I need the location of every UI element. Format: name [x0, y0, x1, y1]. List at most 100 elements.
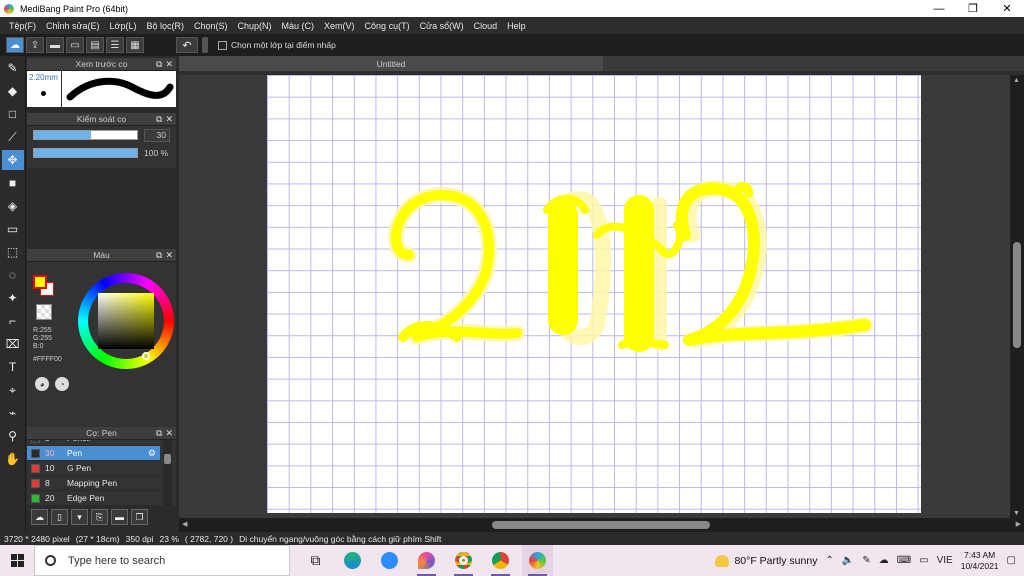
select-eraser-tool-icon[interactable]: ⌧ — [2, 334, 24, 354]
bucket-tool-icon[interactable]: ◈ — [2, 196, 24, 216]
taskbar-search[interactable]: Type here to search — [34, 545, 290, 576]
clock[interactable]: 7:43 AM 10/4/2021 — [961, 550, 999, 572]
saturation-value-square[interactable] — [98, 293, 154, 349]
chrome-profile-icon[interactable] — [485, 545, 516, 576]
divide-tool-icon[interactable]: ⌁ — [2, 403, 24, 423]
tray-chevron-icon[interactable]: ⌃ — [825, 555, 833, 566]
add-brush-icon[interactable]: ▾ — [71, 509, 88, 525]
minimize-button[interactable]: — — [922, 0, 956, 17]
language-indicator[interactable]: VIE — [937, 555, 953, 566]
edge-icon[interactable] — [337, 545, 368, 576]
brush-size-slider[interactable] — [33, 130, 138, 140]
menu-edit[interactable]: Chỉnh sửa(E) — [41, 21, 105, 31]
menu-view[interactable]: Xem(V) — [319, 21, 360, 31]
volume-icon[interactable]: 🔈 — [842, 555, 854, 566]
palette-icon[interactable]: ◕ — [35, 377, 49, 391]
cloud-icon[interactable]: ☁ — [6, 37, 24, 53]
brush-list-item[interactable]: 20 Edge Pen — [27, 491, 160, 506]
close-icon[interactable]: ✕ — [165, 59, 173, 70]
menu-capture[interactable]: Chụp(N) — [233, 21, 277, 31]
start-button[interactable] — [0, 545, 34, 576]
eraser-tool-icon[interactable]: ◆ — [2, 81, 24, 101]
rect-select-tool-icon[interactable]: ⬚ — [2, 242, 24, 262]
shape-tool-icon[interactable]: □ — [2, 104, 24, 124]
dot-tool-icon[interactable]: ⟋ — [2, 127, 24, 147]
close-icon[interactable]: ✕ — [165, 428, 173, 439]
notifications-icon[interactable]: ▢ — [1007, 555, 1016, 566]
menu-cloud[interactable]: Cloud — [469, 21, 503, 31]
task-view-icon[interactable]: ⧉ — [300, 545, 331, 576]
zoom-icon[interactable] — [374, 545, 405, 576]
menu-help[interactable]: Help — [502, 21, 531, 31]
drawing-canvas[interactable] — [267, 75, 921, 513]
brush-size-value[interactable]: 30 — [144, 128, 170, 142]
blue-value: B:0 — [33, 343, 44, 350]
vertical-scrollbar[interactable]: ▲ ▼ — [1010, 75, 1024, 519]
page-icon[interactable]: ▤ — [86, 37, 104, 53]
select-layer-checkbox[interactable] — [218, 40, 227, 50]
medibang-paint-taskbar-icon[interactable] — [522, 545, 553, 576]
brush-name: Pencil — [67, 440, 90, 443]
grid-icon[interactable]: ▦ — [126, 37, 144, 53]
brush-opacity-slider[interactable] — [33, 148, 138, 158]
fill-rect-tool-icon[interactable]: ■ — [2, 173, 24, 193]
share-icon[interactable]: ⇪ — [26, 37, 44, 53]
new-brush-icon[interactable]: ▯ — [51, 509, 68, 525]
menu-filter[interactable]: Bộ lọc(R) — [141, 21, 189, 31]
close-button[interactable]: ✕ — [990, 0, 1024, 17]
panel-header: Cọ: Pen ⧉ ✕ — [27, 427, 176, 440]
brush-list-item[interactable]: 10 G Pen — [27, 461, 160, 476]
menu-tools[interactable]: Công cụ(T) — [360, 21, 415, 31]
keyboard-icon[interactable]: ⌨ — [897, 555, 911, 566]
hue-marker[interactable] — [142, 352, 150, 360]
popout-icon[interactable]: ⧉ — [156, 114, 162, 125]
brush-tool-icon[interactable]: ✎ — [2, 58, 24, 78]
maximize-button[interactable]: ❐ — [956, 0, 990, 17]
toolbar-grip[interactable] — [202, 37, 208, 53]
undo-icon[interactable]: ↶ — [176, 37, 198, 53]
popout-icon[interactable]: ⧉ — [156, 59, 162, 70]
eyedropper-tool-icon[interactable]: ⚲ — [2, 426, 24, 446]
display-icon[interactable]: ▭ — [919, 555, 928, 566]
close-icon[interactable]: ✕ — [165, 114, 173, 125]
brush-settings-icon[interactable]: ⚙ — [148, 448, 156, 459]
document-tab[interactable]: Untitled — [179, 56, 603, 71]
menu-layer[interactable]: Lớp(L) — [105, 21, 142, 31]
medibang-taskbar-icon[interactable] — [411, 545, 442, 576]
brush-list-item[interactable]: 8 Mapping Pen — [27, 476, 160, 491]
menu-window[interactable]: Cửa sổ(W) — [415, 21, 469, 31]
chrome-icon[interactable] — [448, 545, 479, 576]
brush-list-item[interactable]: 30 Pen ⚙ — [27, 446, 160, 461]
copy-brush-icon[interactable]: ⎘ — [91, 509, 108, 525]
move-tool-icon[interactable]: ✥ — [1, 150, 24, 170]
folder-icon[interactable]: ▬ — [111, 509, 128, 525]
horizontal-scrollbar[interactable]: ◀ ▶ — [179, 518, 1024, 532]
duplicate-icon[interactable]: ❐ — [131, 509, 148, 525]
transparent-color-swatch[interactable] — [36, 304, 52, 320]
weather-widget[interactable]: 80°F Partly sunny — [715, 554, 817, 567]
clock-time: 7:43 AM — [964, 549, 996, 560]
onedrive-icon[interactable]: ☁ — [879, 555, 889, 566]
foreground-color-swatch[interactable] — [33, 275, 47, 289]
hand-tool-icon[interactable]: ✋ — [2, 449, 24, 469]
text-tool-icon[interactable]: T — [2, 357, 24, 377]
operation-tool-icon[interactable]: ⌖ — [2, 380, 24, 400]
gradient-tool-icon[interactable]: ▭ — [2, 219, 24, 239]
list-icon[interactable]: ☰ — [106, 37, 124, 53]
menu-color[interactable]: Màu (C) — [277, 21, 320, 31]
lasso-tool-icon[interactable]: ◌ — [2, 265, 24, 285]
pen-icon[interactable]: ✎ — [862, 555, 870, 566]
magic-wand-tool-icon[interactable]: ✦ — [2, 288, 24, 308]
select-pen-tool-icon[interactable]: ⌐ — [2, 311, 24, 331]
message-icon[interactable]: ▭ — [66, 37, 84, 53]
popout-icon[interactable]: ⧉ — [156, 428, 162, 439]
toolbar: ☁ ⇪ ▬ ▭ ▤ ☰ ▦ ↶ Chọn một lớp tại điểm nh… — [0, 34, 1024, 56]
close-icon[interactable]: ✕ — [165, 250, 173, 261]
color-settings-icon[interactable]: ◔ — [55, 377, 69, 391]
menu-select[interactable]: Chọn(S) — [189, 21, 233, 31]
comment-icon[interactable]: ▬ — [46, 37, 64, 53]
popout-icon[interactable]: ⧉ — [156, 250, 162, 261]
cloud-brush-icon[interactable]: ☁ — [31, 509, 48, 525]
menu-file[interactable]: Tệp(F) — [4, 21, 41, 31]
brush-list-scrollbar[interactable] — [163, 440, 172, 506]
